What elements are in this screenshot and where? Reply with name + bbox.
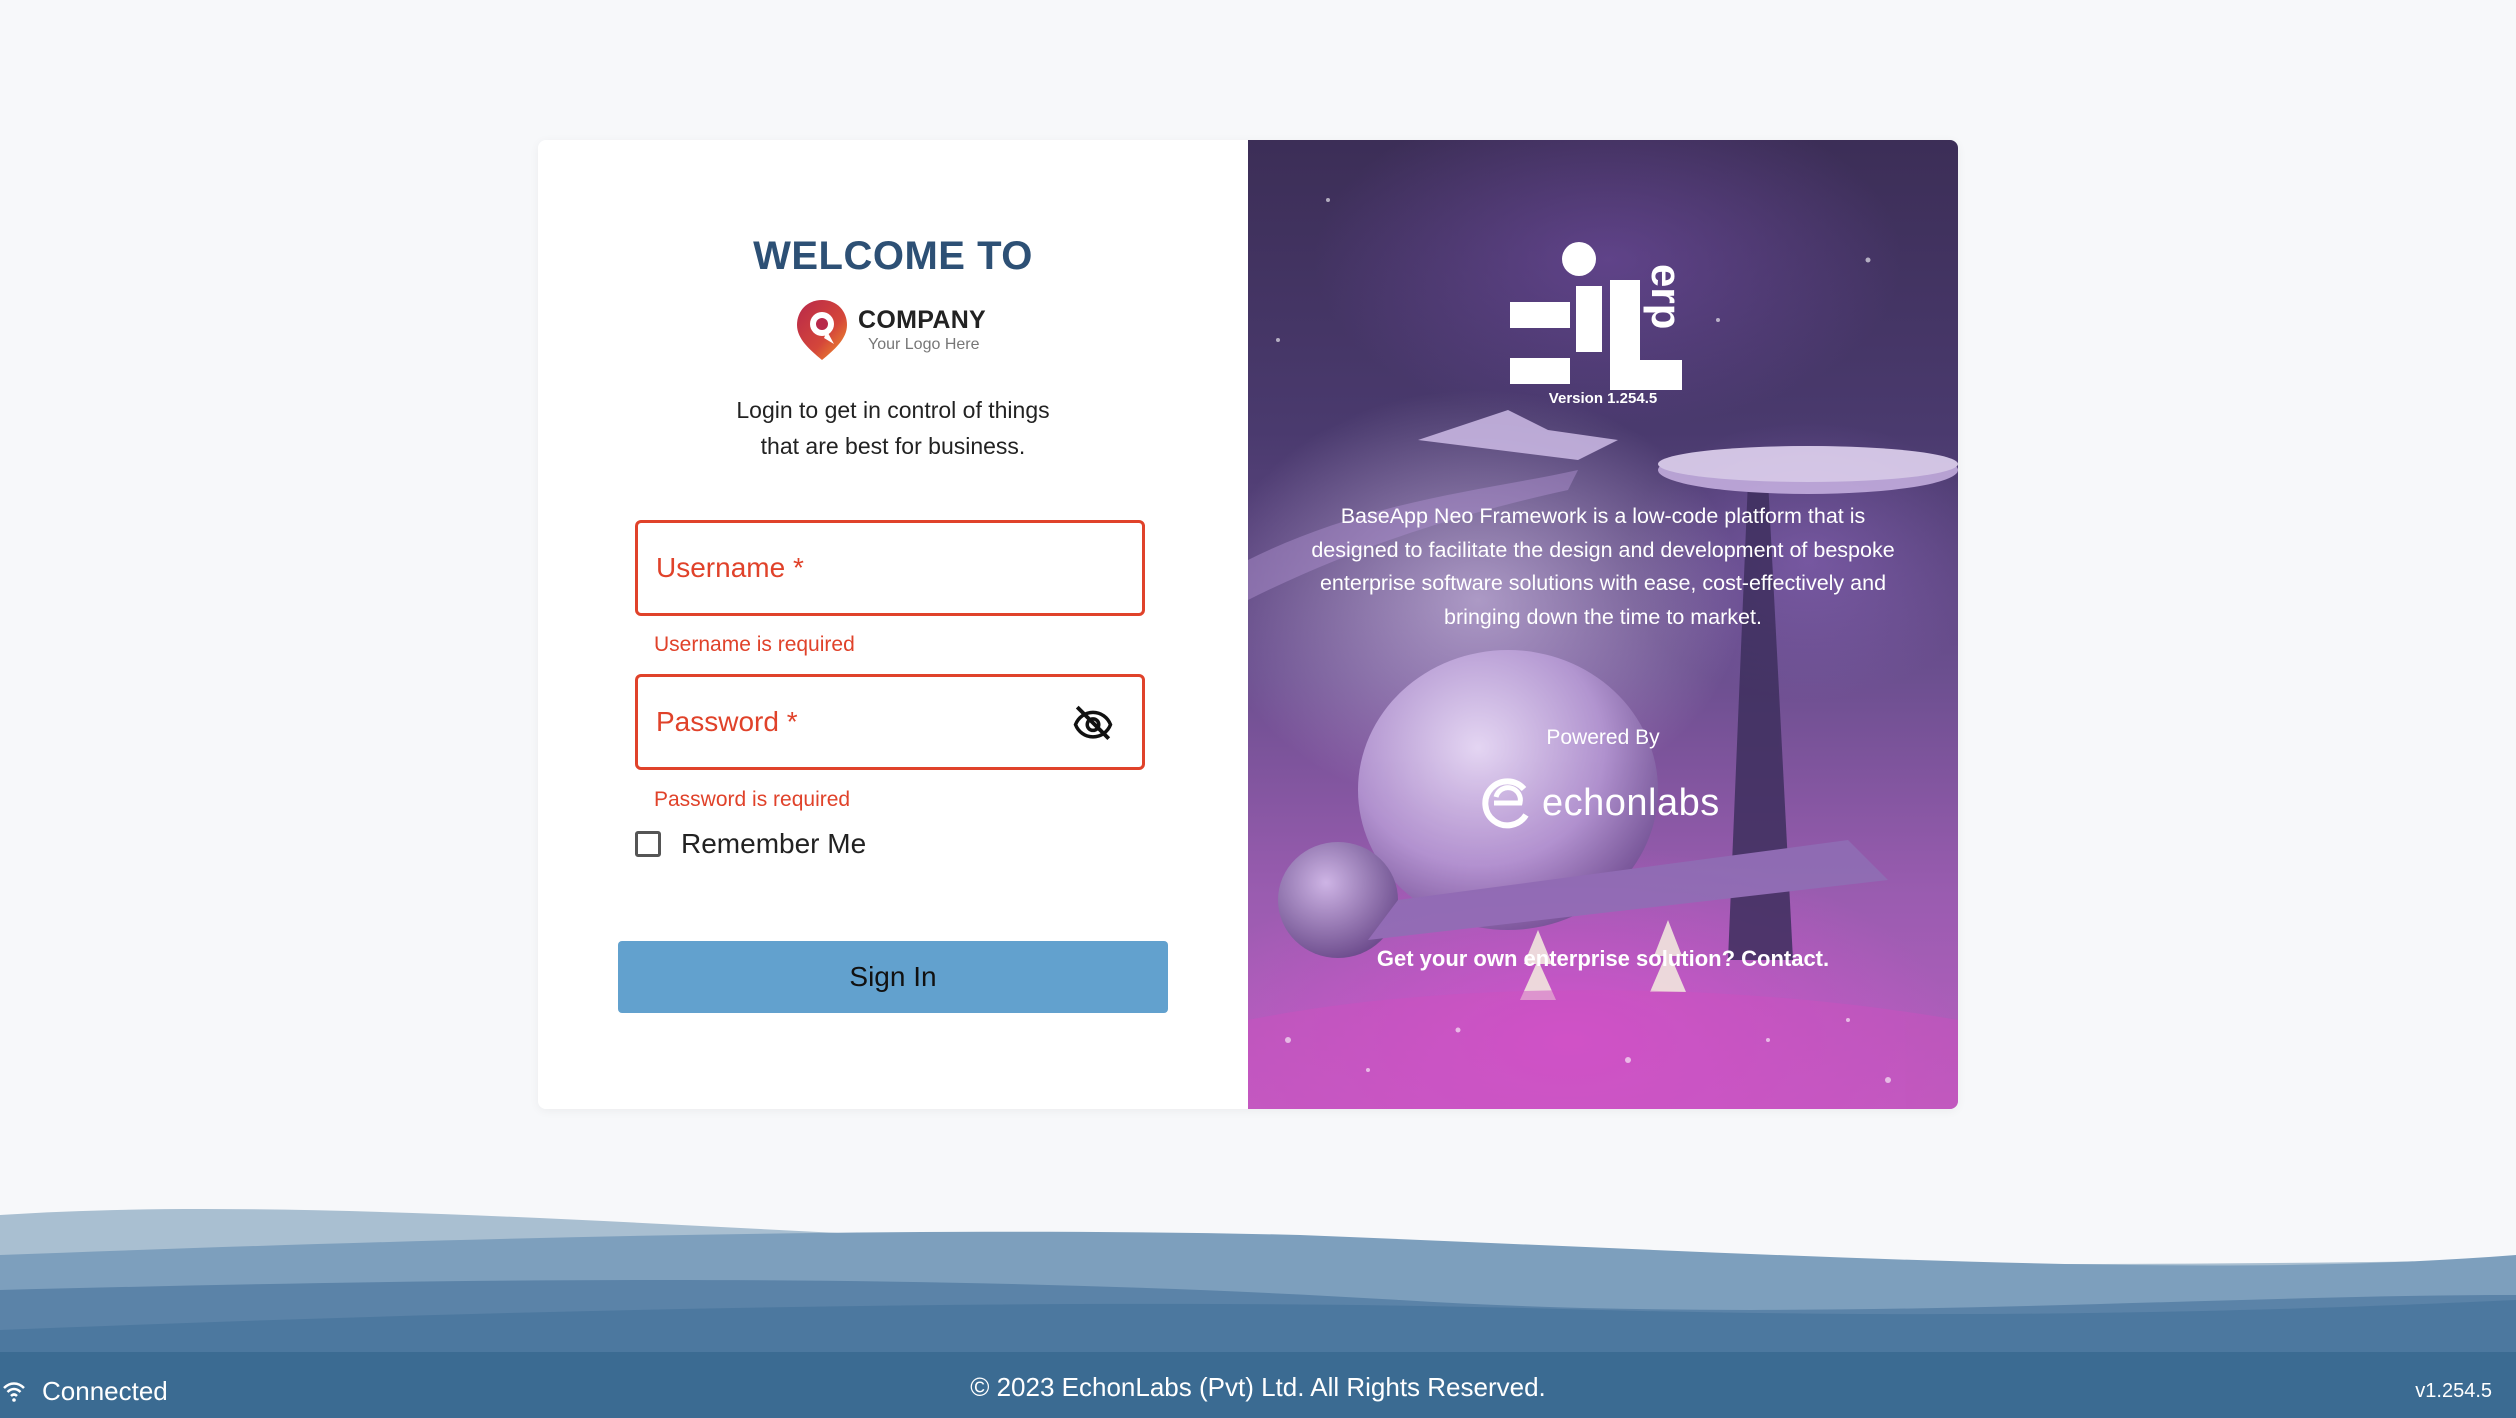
remember-me[interactable]: Remember Me <box>635 828 866 860</box>
eye-off-icon[interactable] <box>1072 701 1114 743</box>
sign-in-button[interactable]: Sign In <box>618 941 1168 1013</box>
erp-logo-icon: erp <box>1510 242 1690 390</box>
company-name: COMPANY <box>858 305 987 334</box>
footer-version: v1.254.5 <box>2415 1380 2492 1402</box>
powered-by-label: Powered By <box>1546 726 1660 749</box>
framework-description: BaseApp Neo Framework is a low-code plat… <box>1311 504 1895 629</box>
remember-me-label[interactable]: Remember Me <box>681 828 866 860</box>
erp-logo-text: erp <box>1643 264 1690 329</box>
login-card: WELCOME TO COMPANY Your Logo Here Login … <box>538 140 1958 1109</box>
password-input[interactable] <box>638 677 1142 767</box>
password-error: Password is required <box>654 788 851 811</box>
echonlabs-logo: echonlabs <box>1480 768 1730 838</box>
map-pin-logo-icon <box>797 300 847 360</box>
login-tagline: Login to get in control of things that a… <box>538 392 1248 464</box>
username-input[interactable] <box>638 523 1142 613</box>
password-field[interactable]: Password * <box>635 674 1145 770</box>
promo-panel: erp Version 1.254.5 BaseApp Neo Framewor… <box>1248 140 1958 1109</box>
contact-link[interactable]: Get your own enterprise solution? Contac… <box>1248 946 1958 972</box>
tagline-line-1: Login to get in control of things <box>736 397 1050 423</box>
company-subtitle: Your Logo Here <box>868 335 980 353</box>
echonlabs-e-icon <box>1482 778 1529 829</box>
echonlabs-wordmark: echonlabs <box>1542 781 1720 824</box>
tagline-line-2: that are best for business. <box>760 433 1026 459</box>
company-logo: COMPANY Your Logo Here <box>794 298 1004 362</box>
version-label: Version 1.254.5 <box>1548 390 1658 407</box>
remember-me-checkbox[interactable] <box>635 831 661 857</box>
copyright-text: © 2023 EchonLabs (Pvt) Ltd. All Rights R… <box>970 1372 1546 1402</box>
welcome-heading: WELCOME TO <box>753 234 1033 278</box>
username-field[interactable]: Username * <box>635 520 1145 616</box>
username-error: Username is required <box>654 633 855 656</box>
footer-bar: Connected © 2023 EchonLabs (Pvt) Ltd. Al… <box>0 1352 2516 1418</box>
login-panel: WELCOME TO COMPANY Your Logo Here Login … <box>538 140 1248 1109</box>
